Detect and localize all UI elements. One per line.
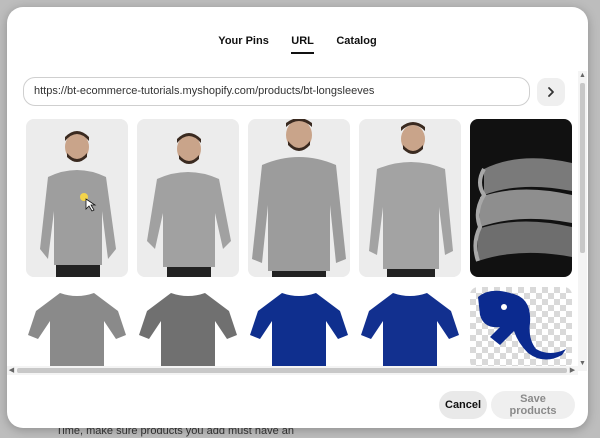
url-input[interactable] (23, 77, 530, 106)
image-grid (26, 119, 574, 367)
scroll-right-icon[interactable]: ▶ (568, 366, 577, 375)
image-tile[interactable] (137, 119, 239, 277)
save-products-button[interactable]: Save products (491, 391, 575, 419)
image-tile[interactable] (137, 287, 239, 367)
product-photo (137, 119, 239, 277)
product-photo (470, 119, 572, 277)
tab-catalog[interactable]: Catalog (336, 35, 376, 52)
tab-your-pins[interactable]: Your Pins (218, 35, 269, 52)
vertical-scroll-thumb[interactable] (580, 83, 585, 253)
image-tile[interactable] (470, 287, 572, 367)
vertical-scrollbar[interactable]: ▲ ▼ (578, 71, 587, 371)
url-row (23, 77, 565, 108)
image-tile[interactable] (359, 119, 461, 277)
product-photo (359, 119, 461, 277)
product-photo (26, 119, 128, 277)
horizontal-scrollbar[interactable]: ◀ ▶ (7, 366, 578, 375)
image-tile[interactable] (248, 119, 350, 277)
cancel-button[interactable]: Cancel (439, 391, 487, 419)
product-photo (248, 119, 350, 277)
scroll-down-icon[interactable]: ▼ (578, 359, 587, 368)
image-tile[interactable] (26, 287, 128, 367)
image-tile[interactable] (470, 119, 572, 277)
chevron-right-icon (548, 87, 554, 97)
scroll-up-icon[interactable]: ▲ (578, 71, 587, 80)
image-tile[interactable] (248, 287, 350, 367)
go-button[interactable] (537, 78, 565, 106)
product-photo (361, 293, 459, 367)
image-tile[interactable] (26, 119, 128, 277)
add-pin-modal: Your Pins URL Catalog https://bt-ecommer… (7, 7, 588, 428)
source-tabs: Your Pins URL Catalog (7, 31, 588, 55)
product-photo (250, 293, 348, 367)
image-tile[interactable] (359, 287, 461, 367)
horizontal-scroll-thumb[interactable] (17, 368, 567, 373)
tab-url[interactable]: URL (291, 35, 314, 54)
scroll-left-icon[interactable]: ◀ (7, 366, 16, 375)
product-photo (28, 293, 126, 367)
elephant-logo-image (470, 287, 572, 367)
product-photo (139, 293, 237, 367)
